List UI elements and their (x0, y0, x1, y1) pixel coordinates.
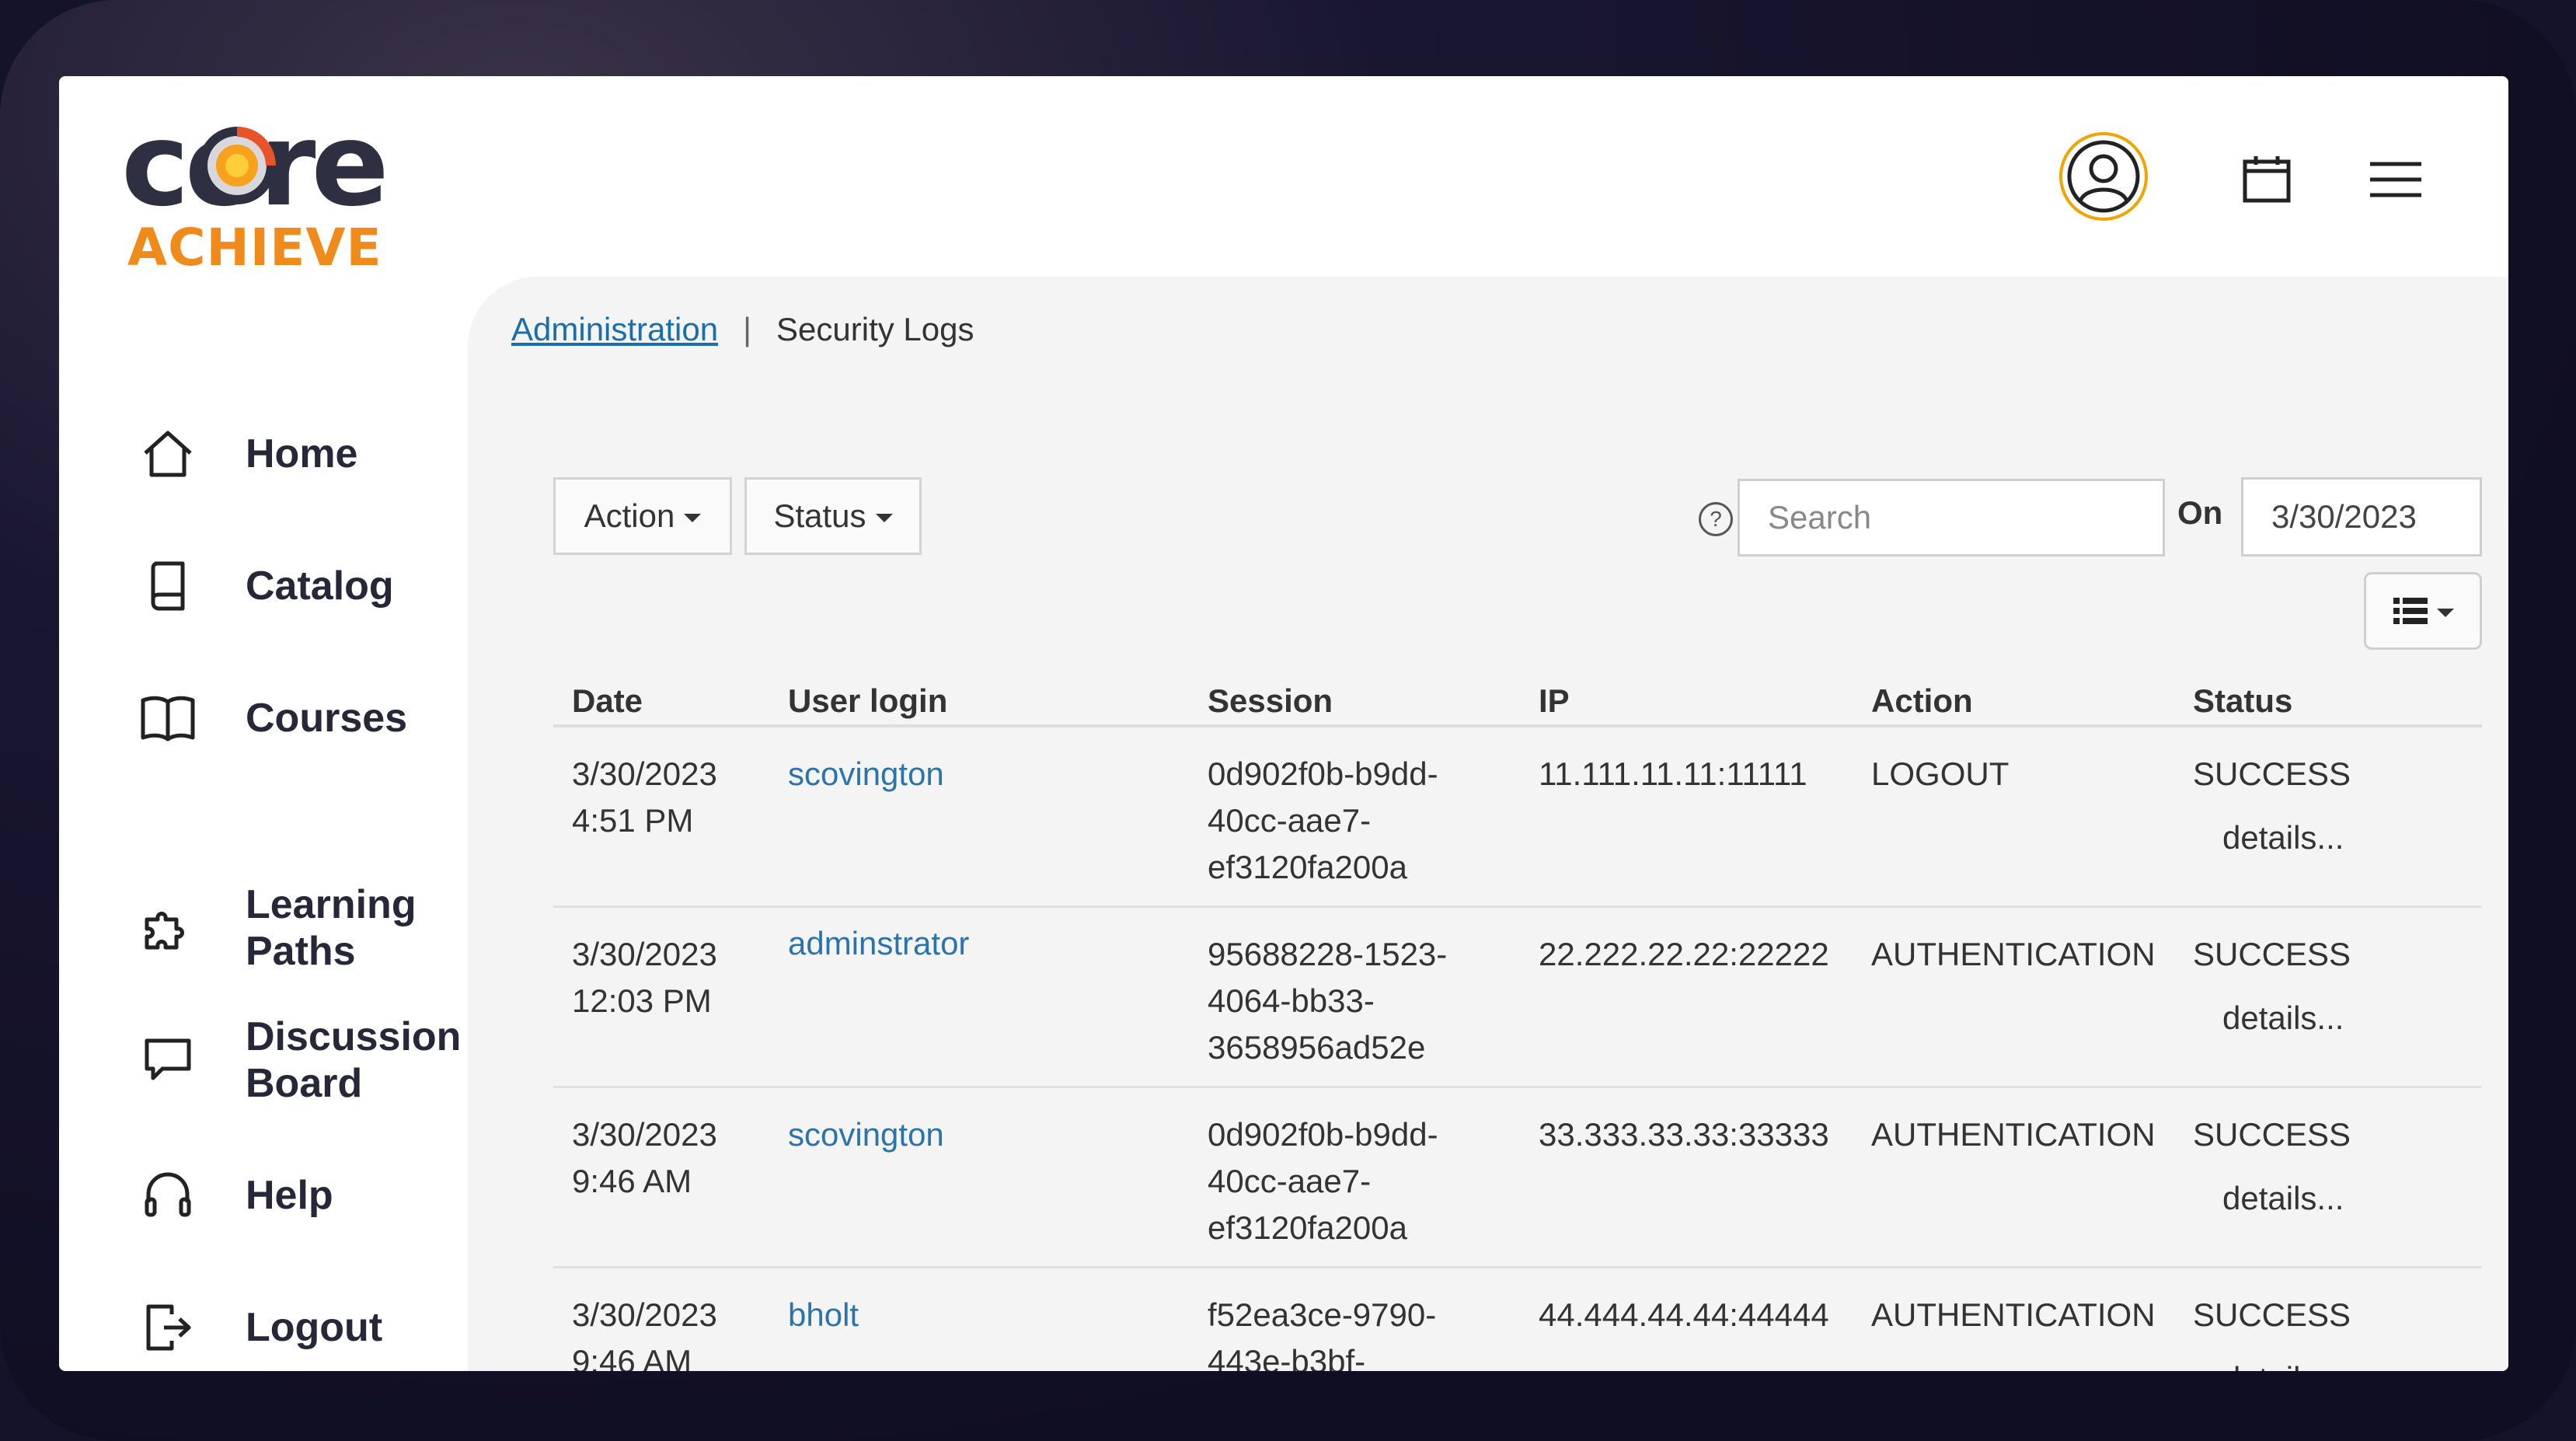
details-link[interactable]: details... (2222, 995, 2344, 1041)
table-row: 3/30/2023 9:46 AM scovington 0d902f0b-b9… (553, 1088, 2482, 1268)
column-header-user-login[interactable]: User login (788, 682, 947, 720)
cell-action: AUTHENTICATION (1871, 936, 2156, 972)
cell-session: 95688228-1523- 4064-bb33- 3658956ad52e (1208, 936, 1448, 1066)
action-filter-dropdown[interactable]: Action (553, 477, 732, 555)
details-link[interactable]: details... (2222, 1356, 2344, 1371)
column-header-date[interactable]: Date (572, 682, 643, 720)
sidebar-item-label: Courses (246, 696, 408, 741)
table-row: 3/30/2023 12:03 PM adminstrator 95688228… (553, 908, 2482, 1088)
breadcrumb: Administration | Security Logs (511, 311, 974, 348)
cell-status: SUCCESS (2193, 1296, 2351, 1333)
cell-status: SUCCESS (2193, 755, 2351, 792)
column-header-action[interactable]: Action (1871, 682, 1973, 720)
cell-action: AUTHENTICATION (1871, 1116, 2156, 1153)
column-header-session[interactable]: Session (1208, 682, 1333, 720)
caret-down-icon (875, 513, 893, 522)
cell-action: AUTHENTICATION (1871, 1296, 2156, 1333)
cell-user-login-link[interactable]: adminstrator (788, 920, 969, 967)
calendar-icon[interactable] (2240, 152, 2294, 207)
table-header: Date User login Session IP Action Status (553, 642, 2482, 727)
sidebar-item-label: Logout (246, 1305, 383, 1350)
puzzle-icon (137, 897, 199, 959)
table-row: 3/30/2023 9:46 AM bholt f52ea3ce-9790- 4… (553, 1268, 2482, 1371)
logo-orb-icon (198, 127, 276, 204)
hamburger-menu-icon[interactable] (2367, 158, 2424, 201)
caret-down-icon (684, 513, 702, 522)
sidebar-item-logout[interactable]: Logout (137, 1296, 382, 1359)
sidebar-item-label: Discussion Board (246, 1014, 462, 1106)
cell-status: SUCCESS (2193, 936, 2351, 972)
cell-ip: 33.333.33.33:33333 (1539, 1116, 1829, 1153)
core-achieve-logo[interactable]: core ACHIEVE (120, 107, 415, 274)
action-filter-label: Action (584, 497, 675, 534)
cell-ip: 11.111.11.11:11111 (1539, 755, 1807, 792)
cell-date: 3/30/2023 4:51 PM (572, 755, 717, 839)
cell-ip: 22.222.22.22:22222 (1539, 936, 1829, 972)
cell-date: 3/30/2023 9:46 AM (572, 1116, 717, 1199)
sidebar-item-label: Learning Paths (246, 882, 417, 974)
cell-date: 3/30/2023 12:03 PM (572, 936, 717, 1019)
app-window: core ACHIEVE (59, 76, 2508, 1371)
sidebar-item-label: Catalog (246, 563, 394, 609)
column-header-status[interactable]: Status (2193, 682, 2292, 720)
headset-icon (137, 1164, 199, 1226)
logout-icon (137, 1296, 199, 1359)
open-book-icon (137, 687, 199, 749)
security-logs-table: Date User login Session IP Action Status… (553, 642, 2482, 1371)
sidebar-item-label: Help (246, 1173, 333, 1218)
details-link[interactable]: details... (2222, 1175, 2344, 1222)
column-toggle-button[interactable] (2364, 572, 2482, 650)
sidebar-item-discussion-board[interactable]: Discussion Board (137, 1014, 461, 1107)
cell-action: LOGOUT (1871, 755, 2010, 792)
cell-session: f52ea3ce-9790- 443e-b3bf- (1208, 1296, 1437, 1371)
list-columns-icon (2393, 598, 2428, 624)
date-filter-input[interactable] (2241, 477, 2482, 557)
details-link[interactable]: details... (2222, 815, 2344, 861)
cell-date: 3/30/2023 9:46 AM (572, 1296, 717, 1371)
breadcrumb-separator: | (743, 311, 752, 347)
page-title: Security Logs (776, 311, 974, 347)
device-frame: core ACHIEVE (0, 0, 2576, 1441)
cell-user-login-link[interactable]: scovington (788, 1111, 944, 1158)
search-input[interactable] (1738, 479, 2165, 557)
date-on-label: On (2177, 494, 2223, 531)
logo-tagline: ACHIEVE (127, 218, 382, 277)
sidebar-item-help[interactable]: Help (137, 1164, 333, 1226)
cell-user-login-link[interactable]: scovington (788, 751, 944, 797)
help-question-icon[interactable]: ? (1699, 502, 1733, 536)
column-header-ip[interactable]: IP (1539, 682, 1570, 720)
sidebar-item-courses[interactable]: Courses (137, 687, 407, 749)
book-icon (137, 555, 199, 617)
sidebar-item-learning-paths[interactable]: Learning Paths (137, 881, 417, 975)
caret-down-icon (2437, 608, 2454, 617)
content-panel: Administration | Security Logs Action St… (468, 277, 2508, 1371)
cell-session: 0d902f0b-b9dd- 40cc-aae7- ef3120fa200a (1208, 755, 1438, 885)
cell-status: SUCCESS (2193, 1116, 2351, 1153)
sidebar-item-catalog[interactable]: Catalog (137, 555, 394, 617)
cell-session: 0d902f0b-b9dd- 40cc-aae7- ef3120fa200a (1208, 1116, 1438, 1246)
chat-bubble-icon (137, 1029, 199, 1091)
user-circle-icon[interactable] (2059, 132, 2148, 221)
table-row: 3/30/2023 4:51 PM scovington 0d902f0b-b9… (553, 727, 2482, 908)
sidebar-item-label: Home (246, 431, 358, 476)
cell-user-login-link[interactable]: bholt (788, 1292, 859, 1338)
home-icon (137, 423, 199, 485)
status-filter-label: Status (773, 497, 866, 534)
sidebar-item-home[interactable]: Home (137, 423, 357, 485)
cell-ip: 44.444.44.44:44444 (1539, 1296, 1829, 1333)
status-filter-dropdown[interactable]: Status (744, 477, 922, 555)
breadcrumb-administration-link[interactable]: Administration (511, 311, 718, 348)
